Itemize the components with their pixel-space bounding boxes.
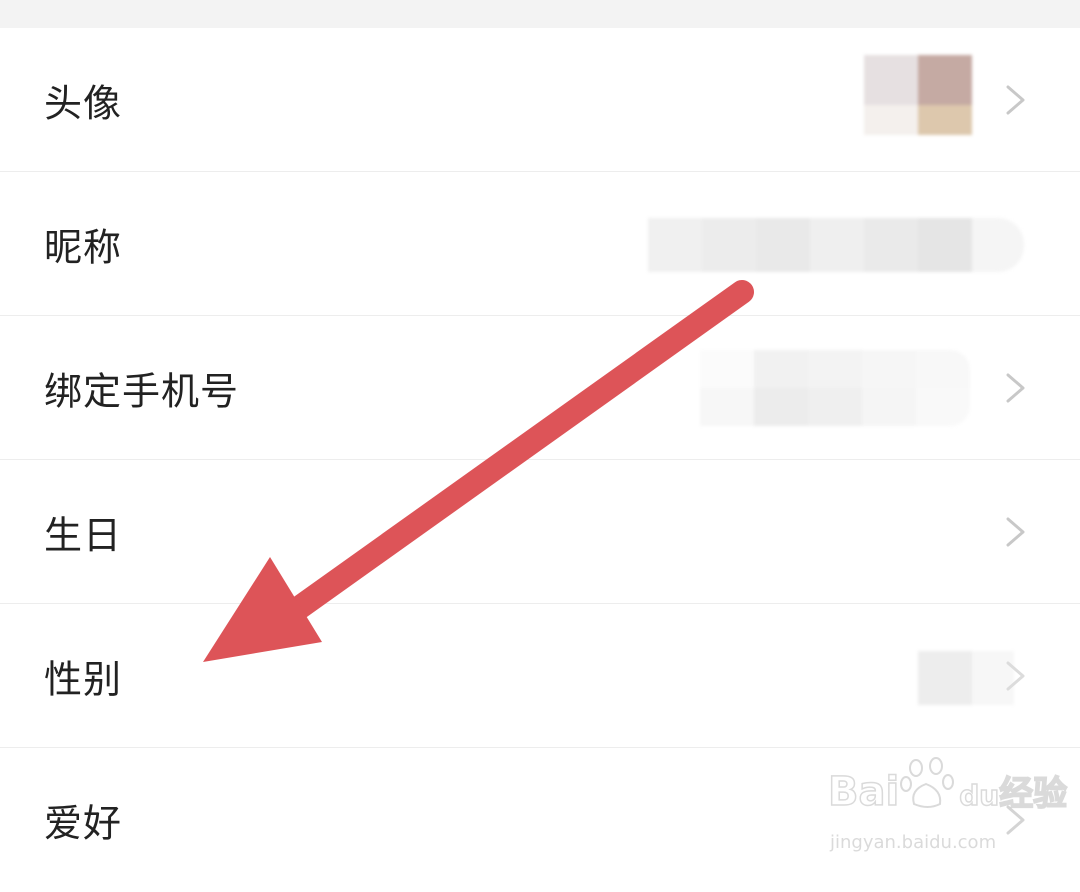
- row-avatar[interactable]: 头像: [0, 28, 1080, 172]
- avatar-image-blurred: [864, 55, 972, 135]
- phone-number-blurred: [700, 350, 970, 426]
- watermark-url: jingyan.baidu.com: [830, 832, 997, 853]
- nickname-label: 昵称: [44, 225, 123, 269]
- row-gender[interactable]: 性别: [0, 604, 1080, 748]
- watermark-brand: Bai du经验: [827, 766, 1068, 816]
- nickname-value-blurred: [648, 218, 1024, 272]
- brand-prefix: Bai: [827, 768, 900, 816]
- hobby-label: 爱好: [44, 801, 123, 846]
- chevron-right-icon: [1006, 85, 1025, 114]
- avatar-label: 头像: [44, 81, 123, 125]
- row-bind-phone[interactable]: 绑定手机号: [0, 316, 1080, 460]
- brand-suffix: du: [958, 778, 1000, 813]
- gender-value-blurred: [918, 651, 1014, 705]
- row-nickname[interactable]: 昵称: [0, 172, 1080, 316]
- chevron-right-icon: [1006, 517, 1025, 546]
- birthday-label: 生日: [44, 513, 123, 557]
- chevron-right-icon: [1006, 661, 1025, 690]
- brand-product: 经验: [998, 773, 1068, 815]
- row-birthday[interactable]: 生日: [0, 460, 1080, 604]
- bind-phone-label: 绑定手机号: [44, 369, 240, 413]
- gender-label: 性别: [44, 657, 123, 701]
- chevron-right-icon: [1006, 373, 1025, 402]
- baidu-jingyan-watermark: Bai du经验 jingyan.baidu.com: [827, 757, 1068, 862]
- top-divider-strip: [0, 0, 1080, 28]
